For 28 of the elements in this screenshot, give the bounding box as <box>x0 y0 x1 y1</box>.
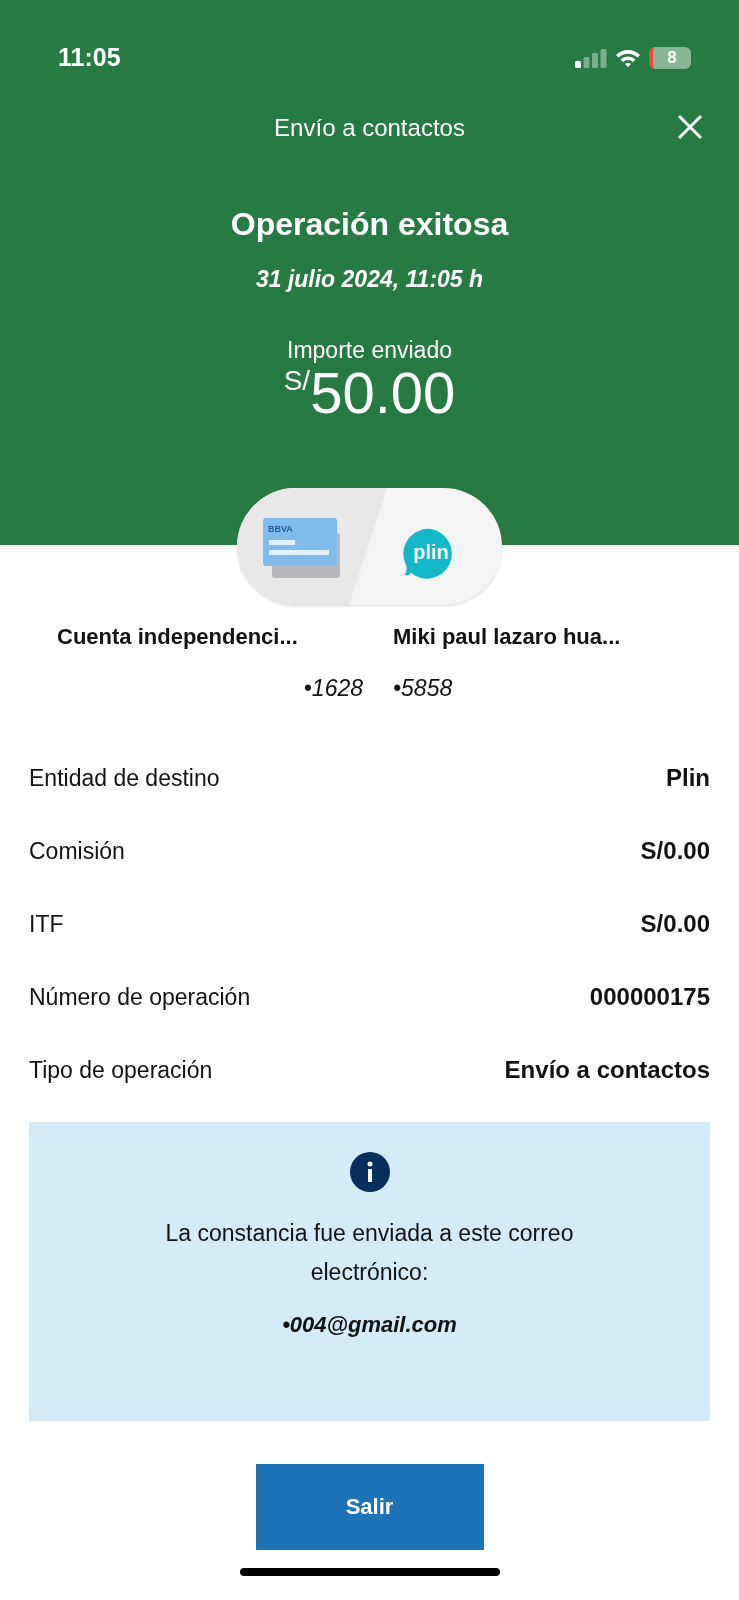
account-name: Cuenta independenci... <box>57 623 299 651</box>
notice-text: La constancia fue enviada a este correo electrónico: <box>164 1218 575 1287</box>
operation-date: 31 julio 2024, 11:05 h <box>254 265 485 294</box>
contact-name: Miki paul lazaro hua... <box>393 623 622 651</box>
account-number: •1628 <box>302 674 363 703</box>
exit-button[interactable]: Salir <box>255 1463 484 1550</box>
detail-label: Entidad de destino <box>29 763 220 793</box>
detail-label: Tipo de operación <box>29 1055 213 1085</box>
detail-label: Comisión <box>29 836 125 866</box>
email-address: •004@gmail.com <box>282 1310 457 1339</box>
info-icon <box>349 1151 390 1192</box>
amount-label: Importe enviado <box>286 336 453 365</box>
account-number: •5858 <box>393 674 454 703</box>
detail-value: S/0.00 <box>640 909 710 939</box>
detail-value: Plin <box>666 763 710 793</box>
detail-value: S/0.00 <box>640 836 710 866</box>
detail-label: ITF <box>29 909 64 939</box>
status-time: 11:05 <box>58 42 121 74</box>
signal-icon <box>575 48 607 68</box>
battery-indicator: 8 <box>649 47 691 69</box>
success-heading: Operación exitosa <box>229 205 510 244</box>
detail-value: Envío a contactos <box>504 1055 710 1085</box>
plin-logo: plin <box>403 528 452 579</box>
detail-label: Número de operación <box>29 982 251 1012</box>
screen-title: Envío a contactos <box>274 112 465 143</box>
wifi-icon <box>615 48 641 68</box>
close-button[interactable] <box>677 114 703 140</box>
detail-value: 000000175 <box>589 982 710 1012</box>
